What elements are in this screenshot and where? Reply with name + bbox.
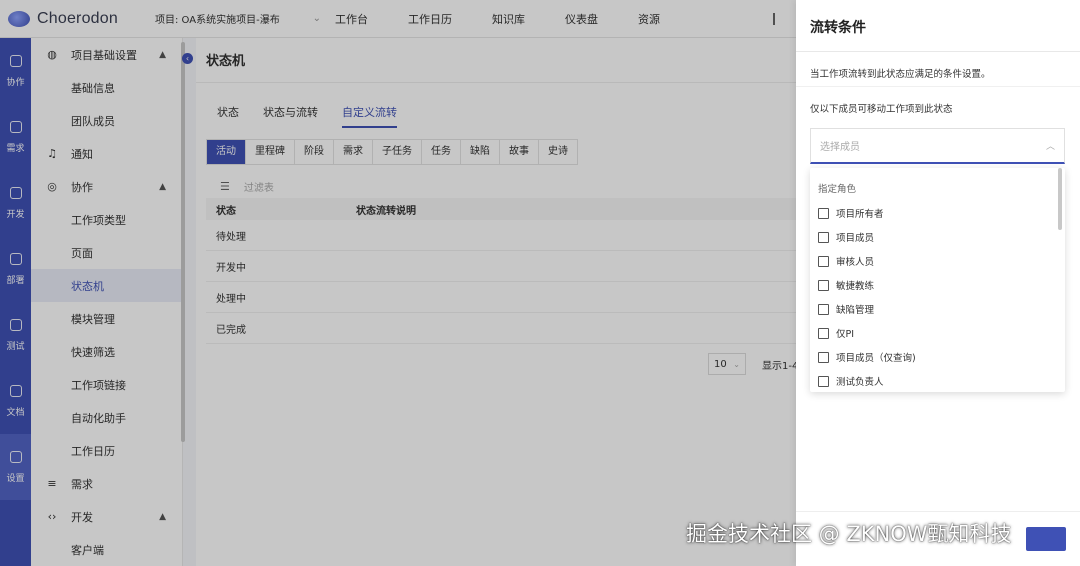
role-label: 项目成员（仅查询)	[836, 353, 916, 364]
member-restriction-label: 仅以下成员可移动工作项到此状态	[810, 104, 953, 115]
drawer-description: 当工作项流转到此状态应满足的条件设置。	[810, 69, 991, 80]
watermark: 掘金技术社区 @ ZKNOW甄知科技	[686, 522, 1012, 546]
chevron-up-icon: ︿	[1045, 142, 1055, 152]
divider	[796, 511, 1080, 512]
transition-condition-drawer: 流转条件 当工作项流转到此状态应满足的条件设置。 仅以下成员可移动工作项到此状态…	[796, 0, 1080, 566]
role-option-test-lead[interactable]: 测试负责人	[810, 369, 1065, 392]
member-select-placeholder: 选择成员	[820, 142, 860, 153]
role-option-agile-coach[interactable]: 敏捷教练	[810, 273, 1065, 297]
role-label: 仅PI	[836, 329, 855, 340]
role-label: 缺陷管理	[836, 305, 875, 316]
role-label: 项目成员	[836, 233, 875, 244]
role-option-project-member-readonly[interactable]: 项目成员（仅查询)	[810, 345, 1065, 369]
checkbox[interactable]	[818, 351, 829, 363]
divider	[796, 51, 1080, 52]
checkbox[interactable]	[818, 375, 829, 387]
role-label: 测试负责人	[836, 377, 884, 388]
drawer-title: 流转条件	[810, 20, 866, 36]
checkbox[interactable]	[818, 279, 829, 291]
checkbox[interactable]	[818, 207, 829, 219]
dropdown-group-label: 指定角色	[818, 184, 857, 195]
role-option-bug-management[interactable]: 缺陷管理	[810, 297, 1065, 321]
divider	[796, 86, 1080, 87]
role-option-project-owner[interactable]: 项目所有者	[810, 201, 1065, 225]
modal-overlay[interactable]	[0, 0, 796, 566]
role-option-reviewer[interactable]: 审核人员	[810, 249, 1065, 273]
member-select[interactable]: 选择成员 ︿	[810, 128, 1065, 164]
member-dropdown: 指定角色 项目所有者 项目成员 审核人员 敏捷教练 缺陷管理 仅PI 项目成员（…	[810, 168, 1065, 392]
checkbox[interactable]	[818, 327, 829, 339]
checkbox[interactable]	[818, 303, 829, 315]
checkbox[interactable]	[818, 231, 829, 243]
role-option-pi-only[interactable]: 仅PI	[810, 321, 1065, 345]
role-label: 项目所有者	[836, 209, 884, 220]
role-option-project-member[interactable]: 项目成员	[810, 225, 1065, 249]
confirm-button[interactable]	[1026, 527, 1066, 551]
checkbox[interactable]	[818, 255, 829, 267]
role-label: 审核人员	[836, 257, 875, 268]
dropdown-scrollbar[interactable]	[1058, 168, 1062, 230]
role-label: 敏捷教练	[836, 281, 875, 292]
